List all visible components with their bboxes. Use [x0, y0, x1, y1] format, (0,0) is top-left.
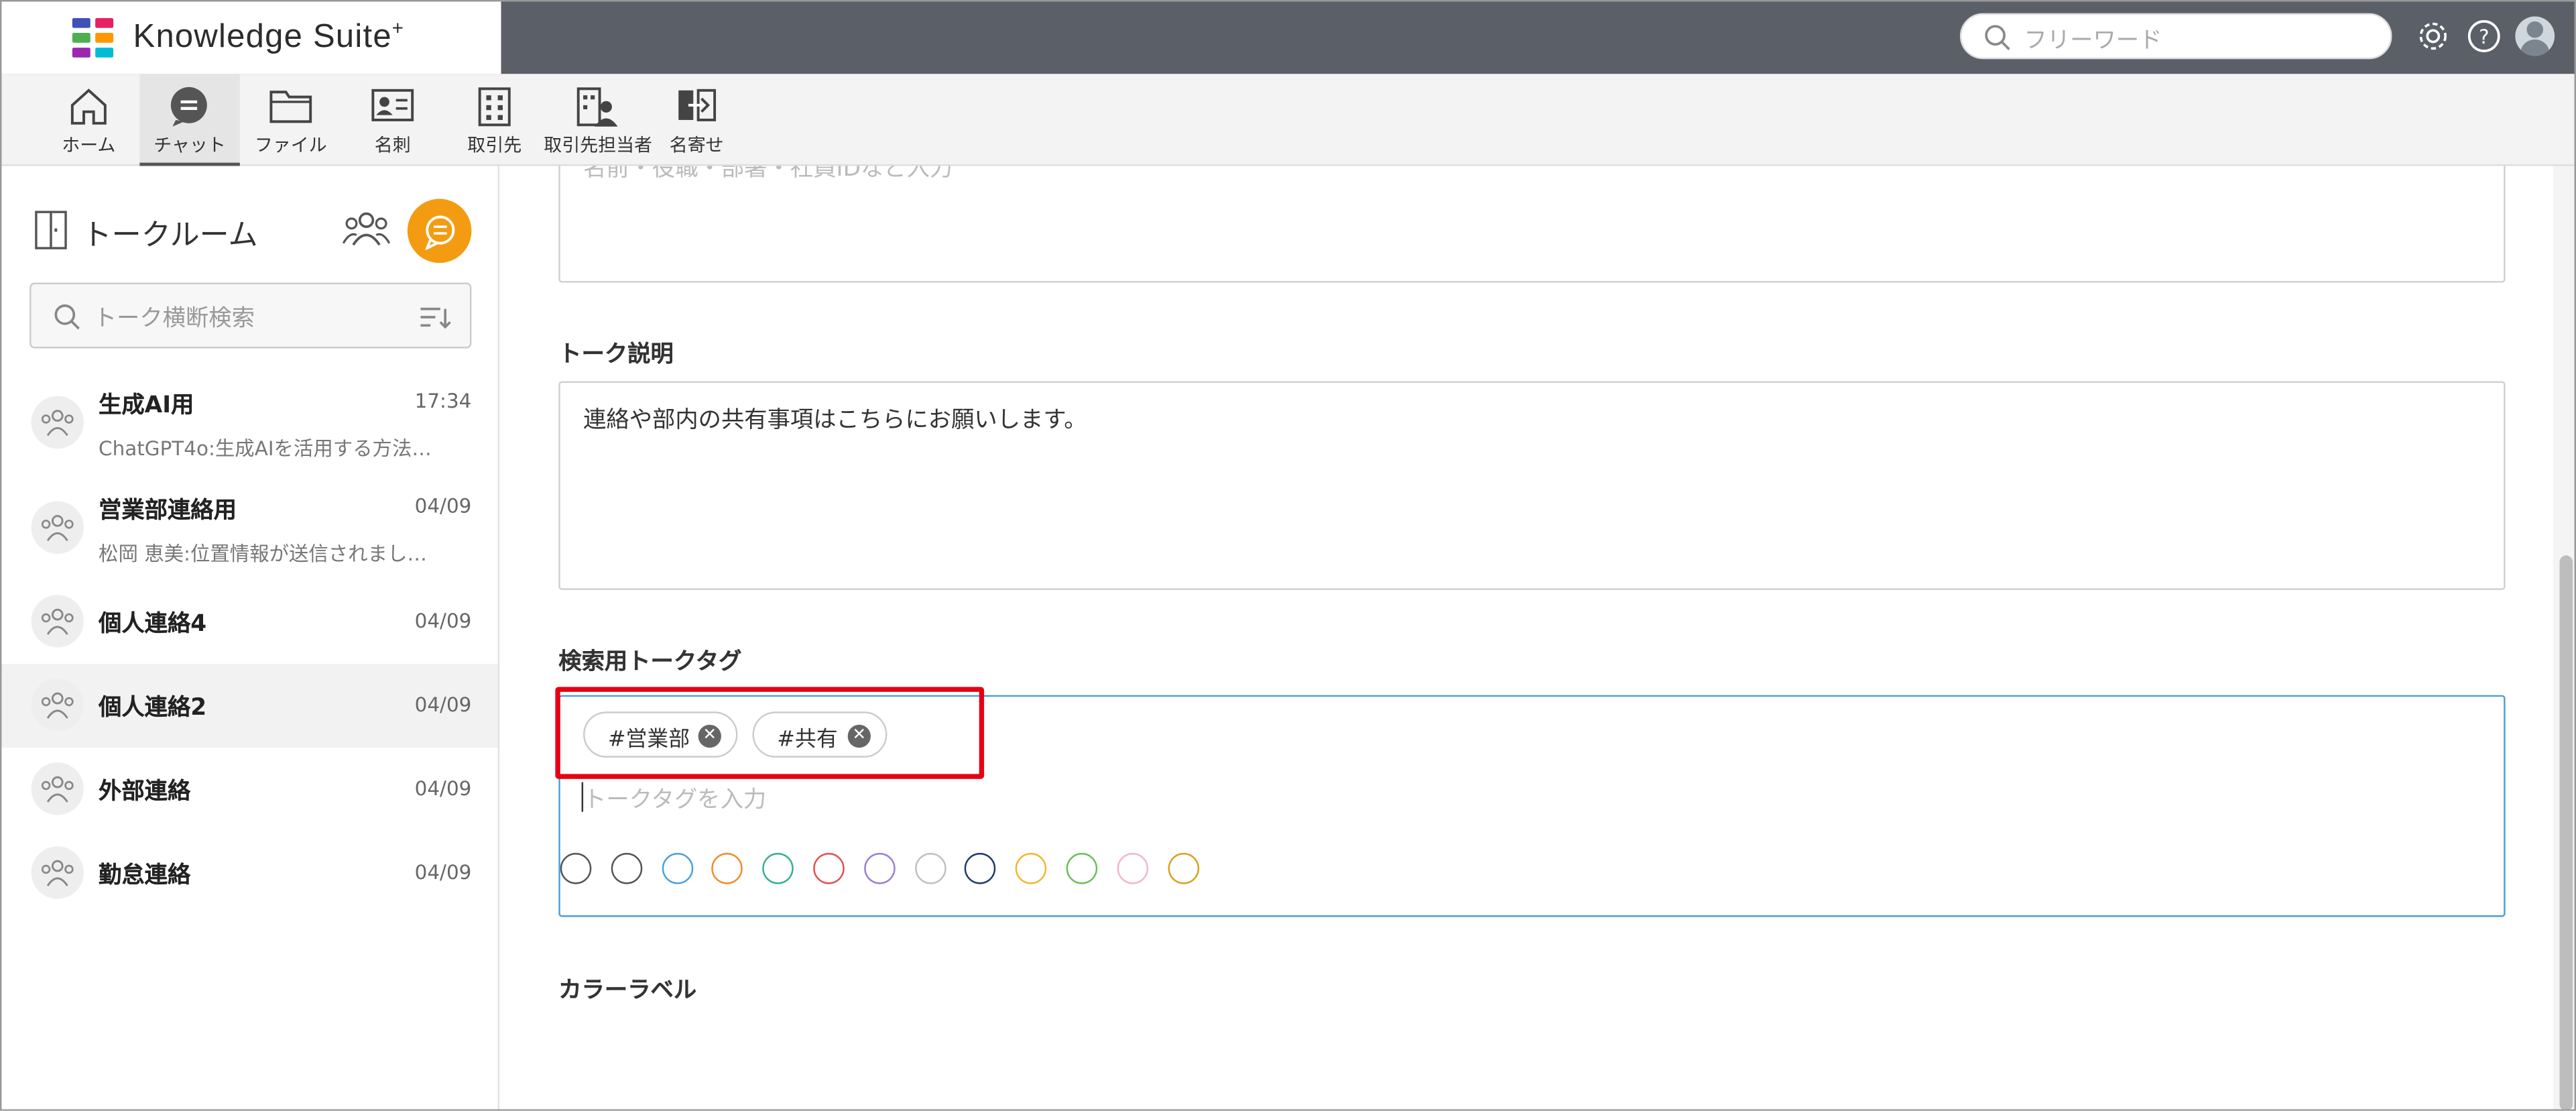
room-preview: 松岡 恵美:位置情報が送信されまし… — [99, 542, 427, 566]
search-placeholder: トーク横断検索 — [93, 305, 255, 333]
tab-chat[interactable]: チャット — [139, 74, 240, 166]
tab-home[interactable]: ホーム — [50, 74, 129, 166]
avatar[interactable] — [2515, 16, 2555, 56]
talk-search-input[interactable]: トーク横断検索 — [29, 282, 472, 349]
group-avatar — [31, 679, 84, 732]
tab-clients[interactable]: 取引先 — [455, 74, 534, 166]
add-chat-icon — [425, 215, 455, 250]
color-label-option[interactable] — [1117, 853, 1148, 884]
group-avatar — [31, 846, 84, 899]
room-time: 04/09 — [414, 861, 472, 884]
color-label-option[interactable] — [611, 853, 642, 884]
gear-icon[interactable] — [2415, 18, 2451, 54]
member-placeholder: 名前・役職・部署・社員IDなど入力 — [583, 166, 953, 183]
brand[interactable]: Knowledge Suite+ — [0, 0, 501, 74]
talk-room-item[interactable]: 個人連絡4 04/09 — [0, 580, 498, 664]
annotation-highlight — [555, 687, 985, 779]
search-icon — [54, 304, 80, 330]
room-name: 個人連絡2 — [99, 695, 207, 721]
tab-label: ホーム — [62, 134, 116, 156]
talk-room-item[interactable]: 営業部連絡用 04/09 松岡 恵美:位置情報が送信されまし… — [0, 475, 498, 580]
color-label-option[interactable] — [1066, 853, 1098, 884]
group-avatar — [31, 595, 84, 648]
chat-icon — [170, 86, 207, 127]
group-icon — [41, 860, 74, 886]
tag-placeholder: トークタグを入力 — [583, 786, 767, 814]
room-time: 04/09 — [414, 693, 472, 717]
group-icon — [41, 608, 74, 635]
room-name: 営業部連絡用 — [99, 498, 237, 524]
talk-room-item[interactable]: 外部連絡 04/09 — [0, 748, 498, 831]
tab-business-cards[interactable]: 名刺 — [351, 74, 434, 166]
color-label-option[interactable] — [560, 853, 592, 884]
home-icon — [70, 89, 107, 125]
room-time: 17:34 — [414, 389, 472, 413]
tab-label: ファイル — [254, 134, 327, 156]
scrollbar-thumb[interactable] — [2559, 555, 2573, 1111]
talk-room-item[interactable]: 勤怠連絡 04/09 — [0, 831, 498, 915]
group-members-icon[interactable] — [342, 209, 391, 248]
business-card-icon — [371, 89, 414, 121]
room-time: 04/09 — [414, 494, 472, 518]
tab-merge[interactable]: 名寄せ — [657, 74, 736, 166]
group-avatar — [31, 501, 84, 554]
tab-client-contacts[interactable]: 取引先担当者 — [544, 74, 653, 166]
room-time: 04/09 — [414, 777, 472, 801]
color-label-option[interactable] — [661, 853, 693, 884]
group-icon — [41, 692, 74, 719]
tab-label: 取引先担当者 — [544, 134, 653, 156]
description-value: 連絡や部内の共有事項はこちらにお願いします。 — [583, 407, 1087, 434]
main-toolbar: ホーム チャット ファイル 名刺 取引先 取引先担当者 名寄せ — [0, 74, 2576, 166]
merge-icon — [678, 89, 717, 121]
room-name: 生成AI用 — [99, 392, 194, 419]
tab-label: 名寄せ — [669, 134, 724, 156]
logo — [72, 17, 115, 58]
description-label: トーク説明 — [558, 341, 674, 369]
group-icon — [41, 776, 74, 803]
description-textarea[interactable]: 連絡や部内の共有事項はこちらにお願いします。 — [558, 381, 2506, 590]
door-icon — [35, 211, 67, 249]
tab-label: チャット — [154, 134, 226, 156]
color-label-heading: カラーラベル — [558, 978, 697, 1004]
building-person-icon — [576, 87, 618, 127]
global-search-input[interactable]: フリーワード — [1959, 13, 2392, 60]
talk-room-item-selected[interactable]: 個人連絡2 04/09 — [0, 664, 498, 748]
member-input[interactable]: 名前・役職・部署・社員IDなど入力 — [558, 166, 2506, 283]
color-label-option[interactable] — [1167, 853, 1199, 884]
color-label-option[interactable] — [863, 853, 896, 884]
new-talk-room-button[interactable] — [407, 198, 472, 264]
group-icon — [41, 515, 74, 542]
folder-icon — [269, 91, 312, 123]
group-avatar — [31, 396, 84, 449]
room-time: 04/09 — [414, 609, 472, 633]
tab-files[interactable]: ファイル — [250, 74, 332, 166]
color-label-option[interactable] — [914, 853, 946, 884]
group-avatar — [31, 762, 84, 815]
tags-label: 検索用トークタグ — [558, 649, 742, 676]
talk-settings-form: 名前・役職・部署・社員IDなど入力 トーク説明 連絡や部内の共有事項はこちらにお… — [499, 166, 2553, 1111]
search-placeholder: フリーワード — [2024, 27, 2162, 54]
tab-label: 取引先 — [467, 134, 522, 156]
room-name: 勤怠連絡 — [99, 862, 191, 889]
room-name: 外部連絡 — [99, 778, 191, 805]
app-header: Knowledge Suite+ フリーワード ? — [0, 0, 2576, 74]
room-preview: ChatGPT4o:生成AIを活用する方法… — [99, 436, 432, 461]
search-icon — [1985, 25, 2010, 50]
room-name: 個人連絡4 — [99, 611, 207, 638]
talk-room-sidebar: トークルーム トーク横断検索 生成AI用 17:34 ChatGPT4o:生成A… — [0, 166, 500, 1111]
sort-icon[interactable] — [419, 304, 452, 330]
color-label-option[interactable] — [813, 853, 845, 884]
building-icon — [478, 87, 511, 127]
talk-room-item[interactable]: 生成AI用 17:34 ChatGPT4o:生成AIを活用する方法… — [0, 369, 498, 475]
help-icon[interactable]: ? — [2466, 18, 2502, 54]
tab-label: 名刺 — [374, 134, 411, 156]
svg-text:?: ? — [2479, 25, 2490, 48]
sidebar-title: トークルーム — [82, 218, 258, 253]
group-icon — [41, 410, 74, 436]
app-title: Knowledge Suite+ — [133, 16, 405, 56]
